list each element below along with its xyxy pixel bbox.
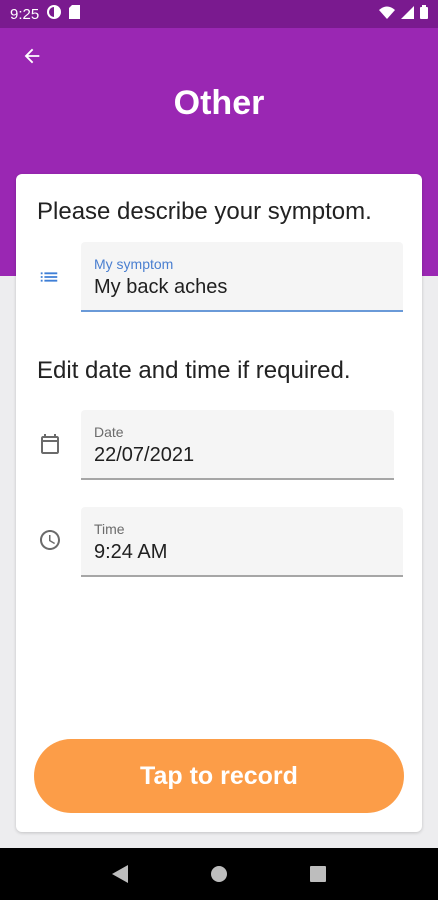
status-bar: 9:25: [0, 0, 438, 28]
data-saver-icon: [47, 5, 62, 23]
symptom-input-label: My symptom: [94, 256, 174, 272]
clock-icon: [38, 528, 62, 557]
date-field-value: 22/07/2021: [94, 444, 195, 466]
nav-home-button[interactable]: [204, 859, 234, 889]
time-field-value: 9:24 AM: [94, 541, 168, 563]
symptom-form-card: Please describe your symptom. My symptom…: [16, 174, 422, 832]
date-field[interactable]: Date 22/07/2021: [81, 410, 394, 480]
back-triangle-icon: [111, 865, 128, 883]
date-field-label: Date: [94, 424, 124, 440]
nav-back-button[interactable]: [105, 859, 135, 889]
sim-card-icon: [69, 5, 81, 23]
page-title: Other: [173, 84, 265, 122]
calendar-icon: [38, 432, 62, 461]
recents-square-icon: [310, 866, 327, 882]
home-circle-icon: [210, 866, 227, 882]
battery-icon: [420, 5, 428, 23]
back-button[interactable]: [18, 42, 46, 70]
signal-icon: [401, 5, 414, 23]
time-field-label: Time: [94, 521, 125, 537]
symptom-input-value: My back aches: [94, 276, 228, 298]
wifi-icon: [379, 6, 395, 23]
list-icon: [38, 266, 60, 293]
datetime-heading: Edit date and time if required.: [37, 357, 351, 384]
arrow-back-icon: [24, 48, 40, 64]
status-time: 9:25: [10, 5, 40, 23]
symptom-input[interactable]: My symptom My back aches: [81, 242, 403, 312]
time-field[interactable]: Time 9:24 AM: [81, 507, 403, 577]
nav-recents-button[interactable]: [303, 859, 333, 889]
tap-to-record-button[interactable]: Tap to record: [34, 739, 404, 813]
symptom-heading: Please describe your symptom.: [37, 198, 372, 225]
system-nav-bar: [0, 848, 438, 900]
